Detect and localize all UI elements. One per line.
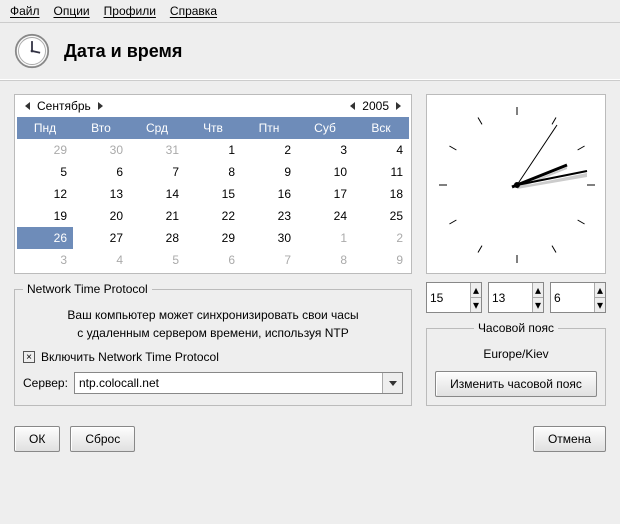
calendar-day[interactable]: 8 <box>185 161 241 183</box>
server-combo[interactable] <box>74 372 403 394</box>
second-up[interactable]: ▴ <box>595 283 605 298</box>
calendar-day[interactable]: 2 <box>241 139 297 161</box>
hour-spinner[interactable]: ▴▾ <box>426 282 482 313</box>
server-input[interactable] <box>75 373 382 393</box>
ok-button[interactable]: ОК <box>14 426 60 452</box>
calendar-day[interactable]: 23 <box>241 205 297 227</box>
calendar-day[interactable]: 25 <box>353 205 409 227</box>
timezone-group: Часовой пояс Europe/Kiev Изменить часово… <box>426 321 606 406</box>
weekday-header: Суб <box>297 117 353 139</box>
calendar-day[interactable]: 29 <box>185 227 241 249</box>
calendar-day[interactable]: 6 <box>73 161 129 183</box>
menu-options[interactable]: Опции <box>54 4 90 18</box>
calendar-day[interactable]: 12 <box>17 183 73 205</box>
calendar-day[interactable]: 1 <box>185 139 241 161</box>
year-prev-button[interactable] <box>346 99 360 113</box>
calendar-day[interactable]: 9 <box>353 249 409 271</box>
minute-spinner[interactable]: ▴▾ <box>488 282 544 313</box>
calendar-day[interactable]: 8 <box>297 249 353 271</box>
clock-icon <box>14 33 50 69</box>
weekday-header: Вск <box>353 117 409 139</box>
ntp-group: Network Time Protocol Ваш компьютер може… <box>14 282 412 406</box>
month-label[interactable]: Сентябрь <box>37 99 91 113</box>
minute-up[interactable]: ▴ <box>533 283 543 298</box>
calendar-day[interactable]: 20 <box>73 205 129 227</box>
calendar-day[interactable]: 5 <box>17 161 73 183</box>
calendar-day[interactable]: 22 <box>185 205 241 227</box>
ntp-enable-label: Включить Network Time Protocol <box>41 350 219 364</box>
calendar-day[interactable]: 21 <box>129 205 185 227</box>
calendar-day[interactable]: 16 <box>241 183 297 205</box>
timezone-legend: Часовой пояс <box>474 321 558 335</box>
second-spinner[interactable]: ▴▾ <box>550 282 606 313</box>
calendar-day[interactable]: 15 <box>185 183 241 205</box>
calendar-day[interactable]: 11 <box>353 161 409 183</box>
menu-help[interactable]: Справка <box>170 4 217 18</box>
header: Дата и время <box>0 23 620 80</box>
calendar-day[interactable]: 18 <box>353 183 409 205</box>
calendar-day[interactable]: 31 <box>129 139 185 161</box>
hour-up[interactable]: ▴ <box>471 283 481 298</box>
hour-input[interactable] <box>427 283 470 312</box>
calendar-day[interactable]: 13 <box>73 183 129 205</box>
bottom-bar: ОК Сброс Отмена <box>0 416 620 462</box>
calendar-day[interactable]: 30 <box>241 227 297 249</box>
ntp-description: Ваш компьютер может синхронизировать сво… <box>23 306 403 342</box>
calendar-day[interactable]: 7 <box>241 249 297 271</box>
weekday-header: Чтв <box>185 117 241 139</box>
reset-button[interactable]: Сброс <box>70 426 135 452</box>
hour-down[interactable]: ▾ <box>471 298 481 312</box>
calendar-day[interactable]: 1 <box>297 227 353 249</box>
page-title: Дата и время <box>64 41 182 62</box>
calendar-day[interactable]: 17 <box>297 183 353 205</box>
calendar-day[interactable]: 14 <box>129 183 185 205</box>
year-next-button[interactable] <box>391 99 405 113</box>
calendar-day[interactable]: 4 <box>353 139 409 161</box>
calendar-day[interactable]: 4 <box>73 249 129 271</box>
calendar-day[interactable]: 7 <box>129 161 185 183</box>
menu-profiles[interactable]: Профили <box>104 4 156 18</box>
ntp-legend: Network Time Protocol <box>23 282 152 296</box>
calendar-day[interactable]: 3 <box>297 139 353 161</box>
calendar-day[interactable]: 30 <box>73 139 129 161</box>
calendar-day[interactable]: 5 <box>129 249 185 271</box>
ntp-enable-checkbox[interactable]: × <box>23 351 35 363</box>
weekday-header: Срд <box>129 117 185 139</box>
weekday-header: Птн <box>241 117 297 139</box>
analog-clock <box>426 94 606 274</box>
calendar-day[interactable]: 2 <box>353 227 409 249</box>
minute-down[interactable]: ▾ <box>533 298 543 312</box>
calendar-day[interactable]: 27 <box>73 227 129 249</box>
year-label[interactable]: 2005 <box>362 99 389 113</box>
server-dropdown-button[interactable] <box>382 373 402 393</box>
minute-input[interactable] <box>489 283 532 312</box>
weekday-header: Пнд <box>17 117 73 139</box>
weekday-header: Вто <box>73 117 129 139</box>
month-prev-button[interactable] <box>21 99 35 113</box>
cancel-button[interactable]: Отмена <box>533 426 606 452</box>
calendar-day[interactable]: 3 <box>17 249 73 271</box>
calendar-day[interactable]: 24 <box>297 205 353 227</box>
second-input[interactable] <box>551 283 594 312</box>
calendar-day[interactable]: 26 <box>17 227 73 249</box>
calendar-day[interactable]: 10 <box>297 161 353 183</box>
menubar: Файл Опции Профили Справка <box>0 0 620 23</box>
change-timezone-button[interactable]: Изменить часовой пояс <box>435 371 597 397</box>
calendar: Сентябрь 2005 ПндВтоСрдЧтвПтнСубВск 2930… <box>14 94 412 274</box>
time-spinners: ▴▾ ▴▾ ▴▾ <box>426 282 606 313</box>
timezone-value: Europe/Kiev <box>435 347 597 361</box>
calendar-day[interactable]: 19 <box>17 205 73 227</box>
second-down[interactable]: ▾ <box>595 298 605 312</box>
calendar-day[interactable]: 28 <box>129 227 185 249</box>
server-label: Сервер: <box>23 376 68 390</box>
calendar-day[interactable]: 6 <box>185 249 241 271</box>
calendar-day[interactable]: 29 <box>17 139 73 161</box>
month-next-button[interactable] <box>93 99 107 113</box>
menu-file[interactable]: Файл <box>10 4 40 18</box>
calendar-day[interactable]: 9 <box>241 161 297 183</box>
